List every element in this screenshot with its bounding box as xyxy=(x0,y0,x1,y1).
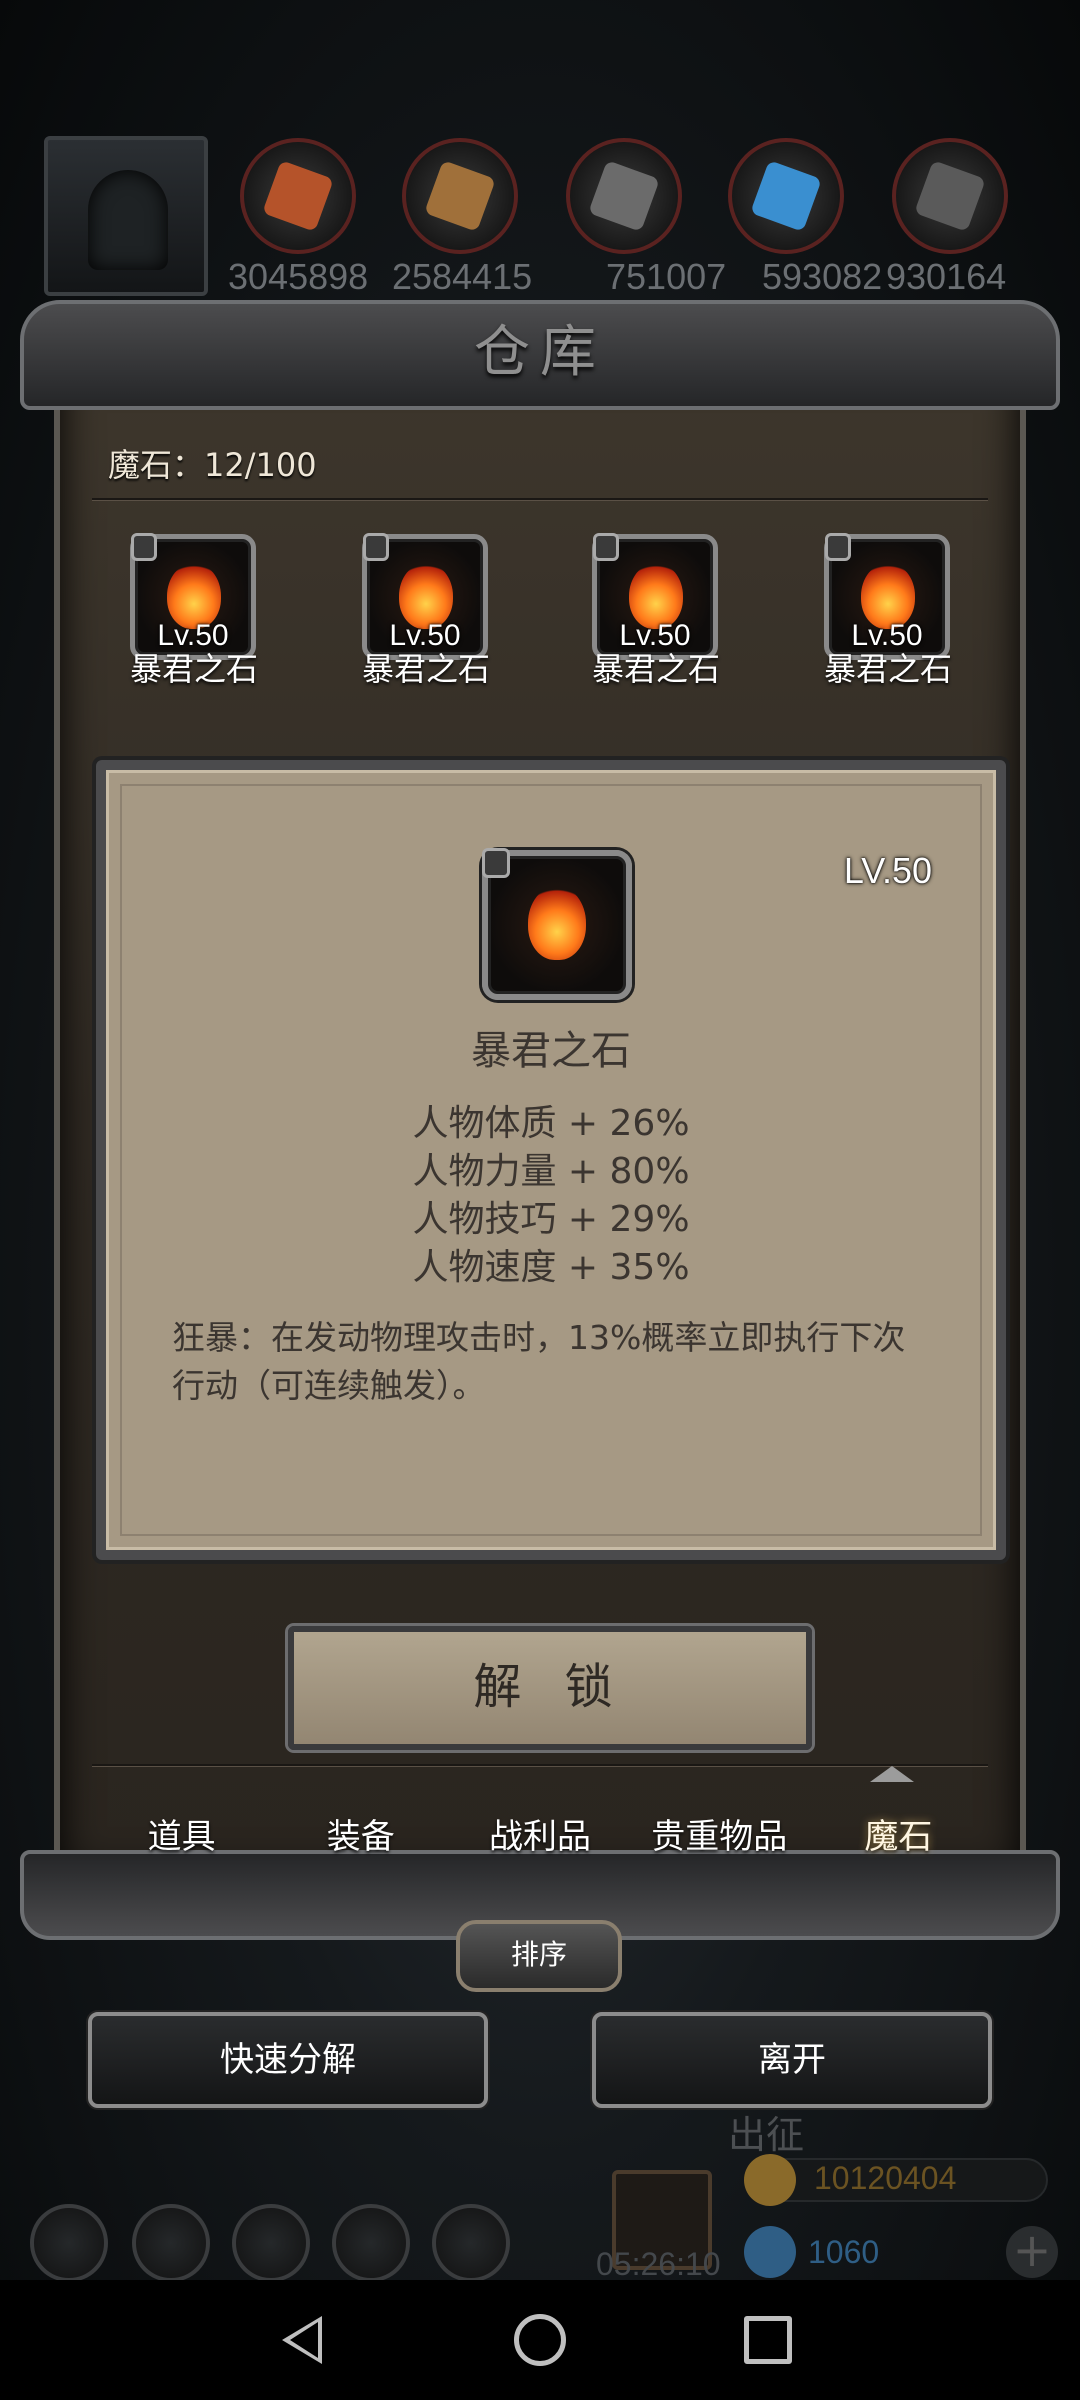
resource-iron-icon xyxy=(892,138,1008,254)
item-slot[interactable]: Lv.50 xyxy=(592,533,718,660)
tyrant-stone-icon xyxy=(528,886,586,960)
item-name: 暴君之石 xyxy=(823,650,952,688)
stat-line: 人物力量 + 80% xyxy=(412,1151,690,1192)
resource-value: 2584415 xyxy=(392,256,533,297)
lock-icon xyxy=(482,848,510,878)
resource-stone-icon xyxy=(566,138,682,254)
detail-stats: 人物体质 + 26% 人物力量 + 80% 人物技巧 + 29% 人物速度 + … xyxy=(106,1100,996,1292)
hud-timer: 05:26:10 xyxy=(596,2246,721,2282)
divider xyxy=(92,1764,988,1767)
star-icon xyxy=(132,2204,210,2282)
settings-icon xyxy=(30,2204,108,2282)
detail-description: 狂暴：在发动物理攻击时，13%概率立即执行下次行动（可连续触发）。 xyxy=(172,1318,906,1405)
system-nav-bar xyxy=(0,2280,1080,2400)
recent-square-icon[interactable] xyxy=(744,2316,792,2364)
resource-wood-icon xyxy=(402,138,518,254)
tab-equipment[interactable]: 装备 xyxy=(271,1790,450,1884)
detail-level: LV.50 xyxy=(843,850,932,891)
plus-icon: + xyxy=(1006,2226,1058,2278)
item-name: 暴君之石 xyxy=(591,650,720,688)
tab-valuables[interactable]: 贵重物品 xyxy=(630,1790,809,1884)
tab-magic-stones[interactable]: 魔石 xyxy=(809,1790,988,1884)
resource-value: 593082 xyxy=(762,256,883,297)
sort-button[interactable]: 排序 xyxy=(456,1920,622,1992)
mail-icon xyxy=(332,2204,410,2282)
panel-title: 仓库 xyxy=(474,320,606,385)
detail-item-name: 暴君之石 xyxy=(471,1028,631,1074)
resource-value: 751007 xyxy=(606,256,727,297)
expedition-label: 出征 xyxy=(728,2113,805,2157)
tab-items[interactable]: 道具 xyxy=(92,1790,271,1884)
stat-line: 人物速度 + 35% xyxy=(412,1247,690,1288)
gold-value: 10120404 xyxy=(814,2160,957,2196)
gear-icon xyxy=(432,2204,510,2282)
divider xyxy=(92,498,988,501)
item-name: 暴君之石 xyxy=(361,650,490,688)
resource-value: 930164 xyxy=(886,256,1007,297)
back-triangle-inner xyxy=(290,2322,318,2358)
item-detail-popup: LV.50 暴君之石 人物体质 + 26% 人物力量 + 80% 人物技巧 + … xyxy=(96,760,1006,1560)
resource-value: 3045898 xyxy=(228,256,369,297)
stat-line: 人物体质 + 26% xyxy=(412,1103,690,1144)
tab-loot[interactable]: 战利品 xyxy=(450,1790,629,1884)
detail-item-icon xyxy=(482,848,632,1000)
gem-icon xyxy=(744,2226,796,2278)
warehouse-tabs: 道具 装备 战利品 贵重物品 魔石 xyxy=(92,1790,988,1884)
lock-icon xyxy=(363,533,389,561)
item-name: 暴君之石 xyxy=(129,650,258,688)
lock-icon xyxy=(825,533,851,561)
lock-icon xyxy=(593,533,619,561)
active-tab-arrow-icon xyxy=(870,1766,914,1782)
gem-value: 1060 xyxy=(808,2234,880,2270)
resource-crystal-icon xyxy=(728,138,844,254)
capacity-label: 魔石：12/100 xyxy=(108,446,317,484)
quick-decompose-button[interactable]: 快速分解 xyxy=(88,2012,488,2108)
item-slot[interactable]: Lv.50 xyxy=(362,533,488,660)
home-circle-icon[interactable] xyxy=(514,2314,566,2366)
stat-line: 人物技巧 + 29% xyxy=(412,1199,690,1240)
leave-button[interactable]: 离开 xyxy=(592,2012,992,2108)
castle-icon xyxy=(232,2204,310,2282)
resource-meat-icon xyxy=(240,138,356,254)
lock-icon xyxy=(131,533,157,561)
gold-coin-icon xyxy=(744,2154,796,2206)
item-slot[interactable]: Lv.50 xyxy=(824,533,950,660)
hero-portrait[interactable] xyxy=(44,136,208,296)
unlock-button[interactable]: 解 锁 xyxy=(288,1626,812,1750)
item-slot[interactable]: Lv.50 xyxy=(130,533,256,660)
